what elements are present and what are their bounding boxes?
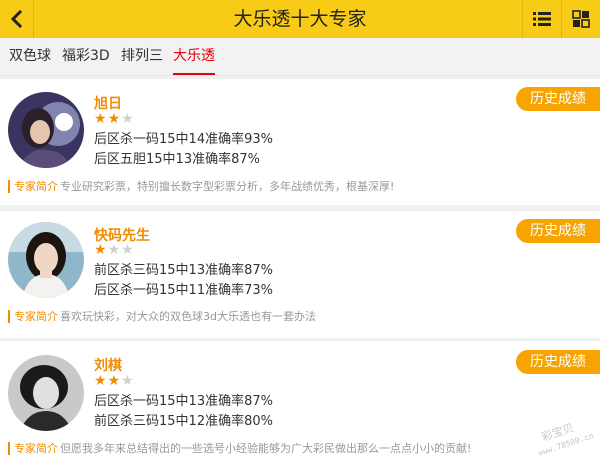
star-empty-icon: ★ (121, 373, 135, 389)
rating-stars: ★★★ (94, 111, 135, 127)
avatar (8, 92, 84, 168)
expert-intro: 专家简介 专业研究彩票，特别擅长数字型彩票分析，多年战绩优秀，根基深厚! (8, 179, 394, 194)
expert-intro: 专家简介 但愿我多年来总结得出的一些选号小经验能够为广大彩民做出那么一点点小小的贡… (8, 441, 471, 456)
tab-daletou[interactable]: 大乐透 (173, 38, 215, 75)
rating-stars: ★★★ (94, 242, 135, 258)
expert-card[interactable]: 旭日 ★★★ 后区杀一码15中14准确率93% 后区五胆15中13准确率87% … (0, 78, 600, 205)
intro-text: 喜欢玩快彩，对大众的双色球3d大乐透也有一套办法 (60, 310, 316, 323)
avatar (8, 355, 84, 431)
stat-line: 后区杀一码15中11准确率73% (94, 283, 273, 298)
tab-fucai3d[interactable]: 福彩3D (62, 38, 110, 75)
stat-line: 后区五胆15中13准确率87% (94, 152, 260, 167)
tab-pailiesan[interactable]: 排列三 (121, 38, 163, 75)
star-empty-icon: ★ (121, 111, 135, 127)
expert-card[interactable]: 快码先生 ★★★ 前区杀三码15中13准确率87% 后区杀一码15中11准确率7… (0, 210, 600, 338)
menu-button[interactable] (522, 0, 561, 38)
intro-label: 专家简介 (8, 180, 58, 193)
grid-icon (572, 10, 590, 28)
tab-shuangseqiu[interactable]: 双色球 (9, 38, 51, 75)
intro-label: 专家简介 (8, 442, 58, 455)
expert-name: 刘棋 (94, 358, 122, 374)
star-empty-icon: ★ (107, 242, 122, 258)
page-title: 大乐透十大专家 (233, 8, 367, 30)
intro-label: 专家简介 (8, 310, 58, 323)
star-empty-icon: ★ (121, 242, 135, 258)
expert-intro: 专家简介 喜欢玩快彩，对大众的双色球3d大乐透也有一套办法 (8, 309, 316, 324)
rating-stars: ★★★ (94, 373, 135, 389)
history-button[interactable]: 历史成绩 (516, 219, 600, 243)
list-icon (533, 12, 551, 26)
stat-line: 后区杀一码15中13准确率87% (94, 394, 273, 409)
star-filled-icon: ★ (94, 242, 108, 258)
avatar (8, 222, 84, 298)
star-filled-icon: ★ (107, 111, 122, 127)
expert-name: 旭日 (94, 96, 122, 112)
intro-text: 专业研究彩票，特别擅长数字型彩票分析，多年战绩优秀，根基深厚! (60, 180, 395, 193)
lottery-tabs: 双色球 福彩3D 排列三 大乐透 (0, 38, 600, 76)
watermark-logo: 彩宝贝 www.78500.cn (525, 418, 597, 462)
history-button[interactable]: 历史成绩 (516, 350, 600, 374)
intro-text: 但愿我多年来总结得出的一些选号小经验能够为广大彩民做出那么一点点小小的贡献! (60, 442, 472, 455)
expert-card[interactable]: 刘棋 ★★★ 后区杀一码15中13准确率87% 前区杀三码15中12准确率80%… (0, 340, 600, 466)
stat-line: 后区杀一码15中14准确率93% (94, 132, 273, 147)
history-button[interactable]: 历史成绩 (516, 87, 600, 111)
star-filled-icon: ★ (94, 373, 108, 389)
app-header: 大乐透十大专家 (0, 0, 600, 38)
star-filled-icon: ★ (107, 373, 122, 389)
star-filled-icon: ★ (94, 111, 108, 127)
grid-button[interactable] (561, 0, 600, 38)
stat-line: 前区杀三码15中13准确率87% (94, 263, 273, 278)
stat-line: 前区杀三码15中12准确率80% (94, 414, 273, 429)
